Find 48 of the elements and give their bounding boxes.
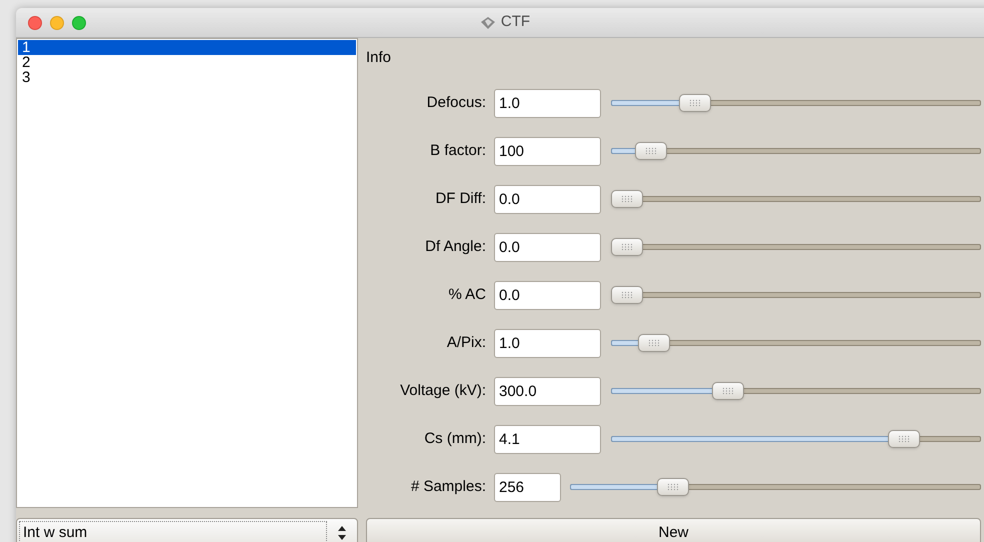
value-field[interactable]: 100: [494, 136, 601, 166]
stepper-icon: [337, 525, 347, 541]
slider-thumb[interactable]: [657, 478, 690, 496]
field-label: % AC: [447, 284, 486, 305]
field-label: A/Pix:: [446, 332, 486, 353]
value-field[interactable]: 1.0: [494, 328, 601, 358]
field-label: Df Angle:: [424, 236, 486, 257]
field-label: Voltage (kV):: [399, 380, 486, 401]
info-label: Info: [366, 49, 392, 66]
value-field[interactable]: 0.0: [494, 184, 601, 214]
window-title: CTF: [500, 12, 530, 32]
slider[interactable]: [611, 236, 981, 258]
list-item[interactable]: 3: [18, 70, 356, 85]
slider[interactable]: [611, 332, 981, 354]
value-field[interactable]: 4.1: [494, 424, 601, 454]
slider[interactable]: [611, 284, 981, 306]
value-field[interactable]: 0.0: [494, 232, 601, 262]
slider-thumb[interactable]: [638, 334, 670, 352]
app-icon: [480, 16, 496, 30]
field-label: # Samples:: [410, 476, 486, 497]
new-button[interactable]: New: [366, 518, 981, 542]
mode-dropdown[interactable]: Int w sum: [16, 518, 358, 542]
slider[interactable]: [611, 92, 981, 114]
minimize-icon[interactable]: [50, 16, 64, 30]
field-label: Defocus:: [426, 92, 486, 113]
zoom-icon[interactable]: [72, 16, 86, 30]
value-field[interactable]: 0.0: [494, 280, 601, 310]
slider-thumb[interactable]: [611, 286, 643, 304]
field-label: DF Diff:: [434, 188, 486, 209]
value-field[interactable]: 300.0: [494, 376, 601, 406]
slider-thumb[interactable]: [611, 190, 643, 208]
slider[interactable]: [570, 476, 981, 498]
field-label: Cs (mm):: [423, 428, 486, 449]
list-item[interactable]: 2: [18, 55, 356, 70]
close-icon[interactable]: [28, 16, 42, 30]
slider[interactable]: [611, 188, 981, 210]
slider[interactable]: [611, 428, 981, 450]
list-item[interactable]: 1: [18, 40, 356, 55]
slider-thumb[interactable]: [712, 382, 744, 400]
slider-thumb[interactable]: [611, 238, 643, 256]
value-field[interactable]: 1.0: [494, 88, 601, 118]
field-label: B factor:: [429, 140, 486, 161]
slider[interactable]: [611, 140, 981, 162]
slider-thumb[interactable]: [678, 94, 711, 112]
slider-thumb[interactable]: [634, 142, 667, 160]
slider-thumb[interactable]: [888, 430, 920, 448]
slider[interactable]: [611, 380, 981, 402]
value-field[interactable]: 256: [494, 472, 561, 502]
